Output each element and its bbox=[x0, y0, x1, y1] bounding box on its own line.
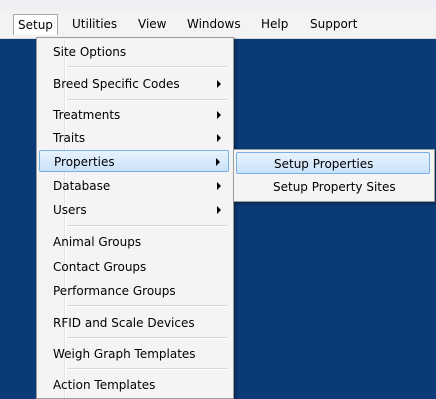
menu-item-label: Setup Property Sites bbox=[273, 180, 396, 194]
menu-bar: Setup Utilities View Windows Help Suppor… bbox=[0, 10, 436, 39]
menu-item-contact-groups[interactable]: Contact Groups bbox=[39, 256, 229, 278]
submenu-arrow-icon bbox=[217, 206, 221, 214]
menu-separator bbox=[67, 337, 227, 339]
menu-item-action-templates[interactable]: Action Templates bbox=[39, 374, 229, 396]
menu-item-label: Treatments bbox=[53, 108, 121, 122]
submenu-arrow-icon bbox=[217, 80, 221, 88]
menu-setup[interactable]: Setup bbox=[13, 14, 58, 35]
menu-item-breed-specific-codes[interactable]: Breed Specific Codes bbox=[39, 73, 229, 95]
menu-item-users[interactable]: Users bbox=[39, 199, 229, 221]
menu-item-label: Contact Groups bbox=[53, 260, 147, 274]
menu-view[interactable]: View bbox=[134, 15, 170, 33]
setup-dropdown-menu: Site Options Breed Specific Codes Treatm… bbox=[36, 37, 234, 399]
menu-item-label: Users bbox=[53, 203, 87, 217]
menu-item-label: Setup Properties bbox=[274, 157, 374, 171]
menu-item-setup-properties[interactable]: Setup Properties bbox=[236, 152, 430, 174]
menu-separator bbox=[67, 368, 227, 370]
menu-separator bbox=[67, 305, 227, 307]
menu-item-label: RFID and Scale Devices bbox=[53, 316, 195, 330]
submenu-arrow-icon bbox=[216, 158, 220, 166]
menu-item-label: Animal Groups bbox=[53, 235, 142, 249]
menu-item-label: Weigh Graph Templates bbox=[53, 347, 196, 361]
submenu-arrow-icon bbox=[217, 134, 221, 142]
menu-item-label: Action Templates bbox=[53, 378, 156, 392]
menu-item-rfid-and-scale-devices[interactable]: RFID and Scale Devices bbox=[39, 312, 229, 334]
menu-item-label: Site Options bbox=[53, 45, 127, 59]
menu-item-label: Performance Groups bbox=[53, 284, 176, 298]
menu-separator bbox=[67, 66, 227, 68]
menu-item-treatments[interactable]: Treatments bbox=[39, 104, 229, 126]
menu-item-database[interactable]: Database bbox=[39, 175, 229, 197]
menu-item-performance-groups[interactable]: Performance Groups bbox=[39, 280, 229, 302]
menu-separator bbox=[67, 225, 227, 227]
menu-item-label: Breed Specific Codes bbox=[53, 77, 180, 91]
menu-item-properties[interactable]: Properties bbox=[39, 150, 229, 172]
menu-separator bbox=[67, 99, 227, 101]
submenu-arrow-icon bbox=[217, 182, 221, 190]
menu-item-setup-property-sites[interactable]: Setup Property Sites bbox=[236, 176, 430, 198]
menu-windows[interactable]: Windows bbox=[183, 15, 245, 33]
menu-item-traits[interactable]: Traits bbox=[39, 127, 229, 149]
properties-submenu: Setup Properties Setup Property Sites bbox=[233, 149, 435, 202]
menu-item-label: Traits bbox=[53, 131, 86, 145]
menu-item-label: Properties bbox=[54, 155, 115, 169]
menu-item-label: Database bbox=[53, 179, 111, 193]
menu-item-animal-groups[interactable]: Animal Groups bbox=[39, 231, 229, 253]
menu-support[interactable]: Support bbox=[306, 15, 361, 33]
menu-item-weigh-graph-templates[interactable]: Weigh Graph Templates bbox=[39, 343, 229, 365]
menu-help[interactable]: Help bbox=[257, 15, 292, 33]
menu-utilities[interactable]: Utilities bbox=[68, 15, 121, 33]
submenu-arrow-icon bbox=[217, 111, 221, 119]
menu-item-site-options[interactable]: Site Options bbox=[39, 41, 229, 63]
